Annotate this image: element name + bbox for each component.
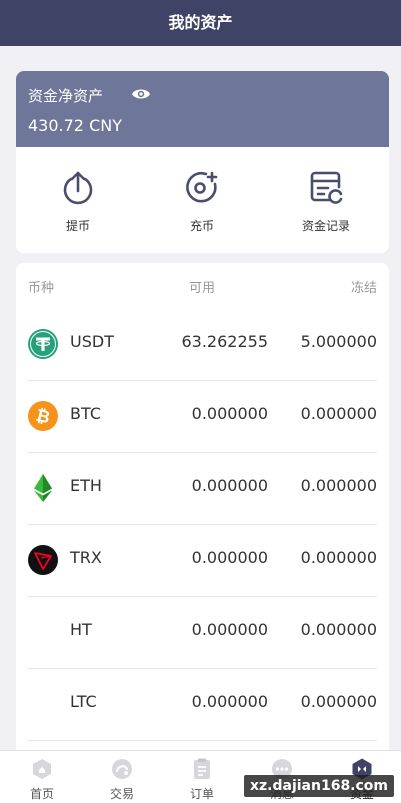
available-amount: 0.000000 (191, 476, 268, 495)
coin-symbol: USDT (70, 332, 114, 351)
fund-record-icon (310, 171, 343, 204)
deposit-label: 充币 (189, 219, 214, 233)
frozen-amount: 0.000000 (300, 620, 377, 639)
available-amount: 0.000000 (191, 620, 268, 639)
column-header-frozen: 冻结 (350, 281, 377, 296)
eth-icon (34, 474, 52, 502)
withdraw-label: 提币 (65, 219, 90, 233)
available-amount: 0.000000 (191, 404, 268, 423)
frozen-amount: 0.000000 (300, 476, 377, 495)
eye-icon[interactable] (131, 86, 151, 102)
table-row[interactable]: HT 0.000000 0.000000 (28, 596, 377, 669)
tab-home[interactable]: 首页 (2, 751, 82, 803)
coin-symbol: BTC (70, 404, 101, 423)
coin-symbol: HT (70, 620, 92, 639)
deposit-button[interactable]: 充币 (140, 147, 264, 253)
tab-trade-label: 交易 (109, 787, 134, 801)
asset-table: 币种 可用 冻结 USDT 63.262255 5.000000 ₿ BTC 0… (16, 263, 389, 763)
usdt-icon (28, 329, 58, 359)
tab-order[interactable]: 订单 (162, 751, 242, 803)
frozen-amount: 0.000000 (300, 692, 377, 711)
table-row[interactable]: USDT 63.262255 5.000000 (28, 308, 377, 381)
table-row[interactable]: TRX 0.000000 0.000000 (28, 524, 377, 597)
page-title: 我的资产 (168, 13, 233, 32)
withdraw-button[interactable]: 提币 (16, 147, 140, 253)
balance-value: 430.72 CNY (28, 116, 122, 135)
order-icon (194, 758, 210, 779)
trx-icon (28, 545, 58, 575)
fund-record-label: 资金记录 (301, 219, 350, 233)
home-icon (33, 759, 51, 779)
available-amount: 63.262255 (181, 332, 268, 351)
watermark: xz.dajian168.com (244, 775, 394, 797)
coin-symbol: ETH (70, 476, 102, 495)
tab-order-label: 订单 (189, 787, 214, 801)
balance-label: 资金净资产 (28, 87, 104, 105)
deposit-icon (186, 171, 218, 203)
tab-home-label: 首页 (29, 787, 54, 801)
column-header-available: 可用 (189, 281, 216, 296)
btc-icon: ₿ (28, 401, 58, 431)
action-bar: 提币 充币 资金记录 (16, 147, 389, 253)
available-amount: 0.000000 (191, 692, 268, 711)
available-amount: 0.000000 (191, 548, 268, 567)
column-header-coin: 币种 (28, 281, 55, 296)
withdraw-icon (63, 171, 93, 205)
balance-card: 资金净资产 430.72 CNY (16, 71, 389, 147)
fund-record-button[interactable]: 资金记录 (264, 147, 388, 253)
table-row[interactable]: ETH 0.000000 0.000000 (28, 452, 377, 525)
trade-icon (112, 759, 132, 779)
coin-symbol: LTC (70, 692, 97, 711)
coin-symbol: TRX (70, 548, 102, 567)
tab-trade[interactable]: 交易 (82, 751, 162, 803)
table-row[interactable]: ₿ BTC 0.000000 0.000000 (28, 380, 377, 453)
page-header: 我的资产 (0, 0, 401, 46)
table-row[interactable]: LTC 0.000000 0.000000 (28, 668, 377, 741)
frozen-amount: 0.000000 (300, 548, 377, 567)
frozen-amount: 5.000000 (300, 332, 377, 351)
frozen-amount: 0.000000 (300, 404, 377, 423)
